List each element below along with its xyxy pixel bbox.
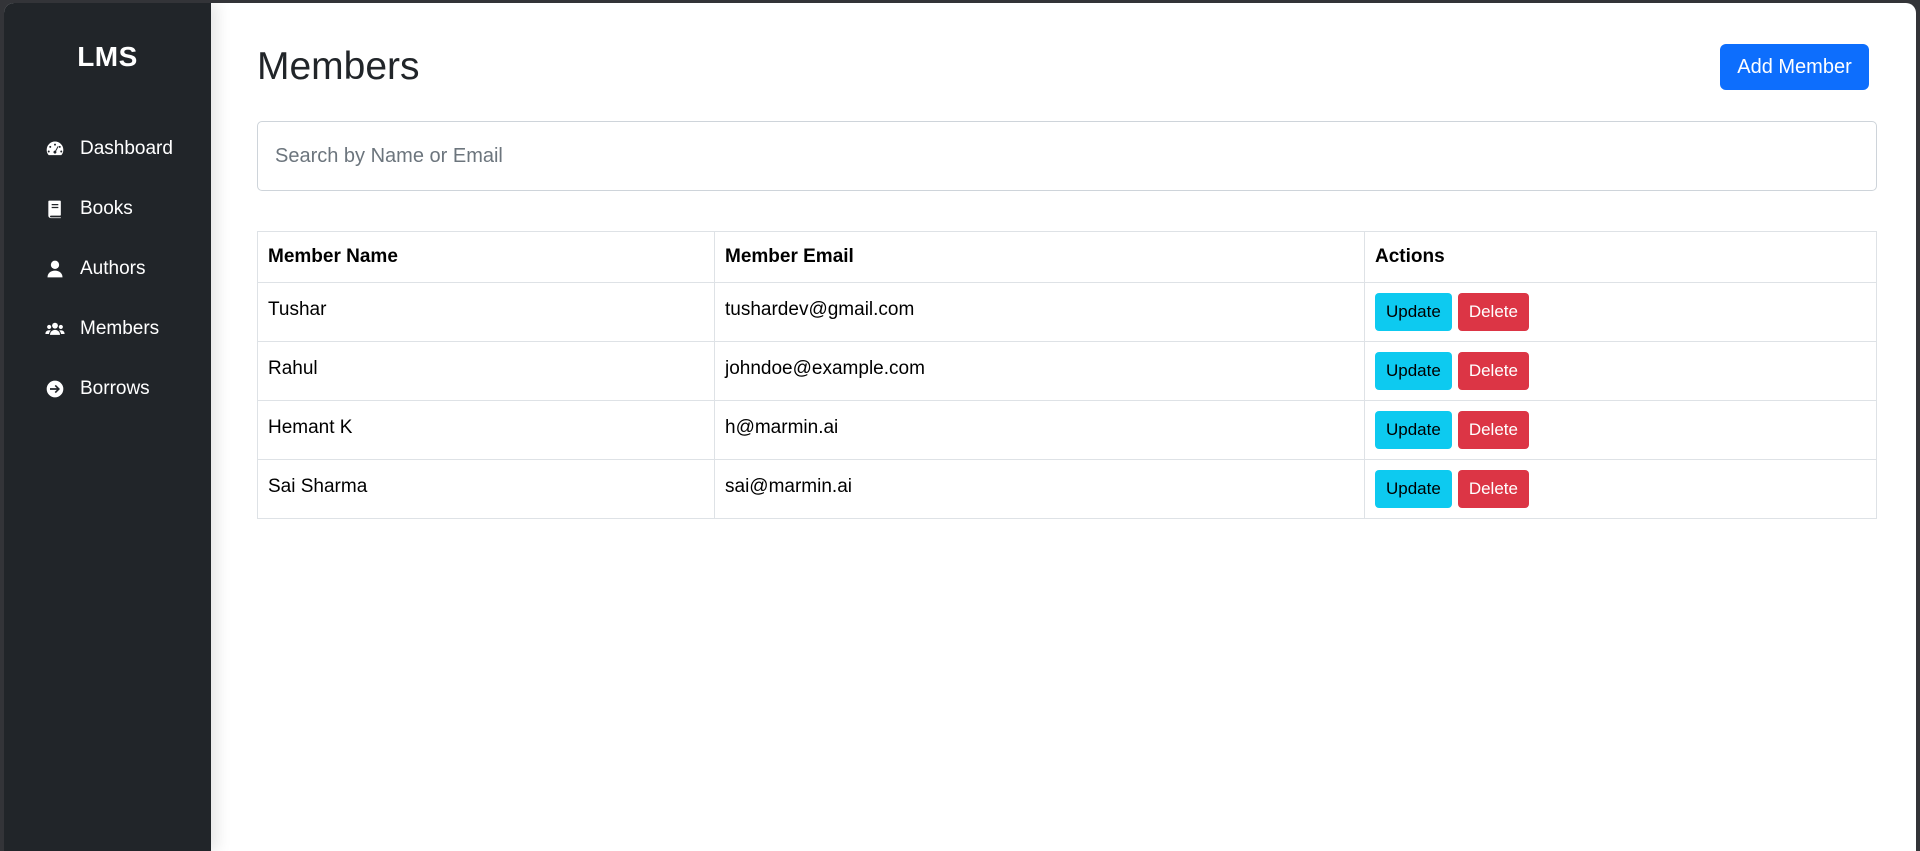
sidebar-item-label: Authors xyxy=(80,258,146,279)
sidebar-item-books[interactable]: Books xyxy=(4,179,211,239)
sidebar-item-label: Borrows xyxy=(80,378,150,399)
sidebar-item-label: Books xyxy=(80,198,133,219)
table-row: Sai Sharma sai@marmin.ai Update Delete xyxy=(257,459,1877,519)
sidebar-nav: Dashboard Books Authors Members Borrows xyxy=(4,119,211,419)
update-button[interactable]: Update xyxy=(1375,470,1452,508)
member-email: tushardev@gmail.com xyxy=(714,282,1365,342)
update-button[interactable]: Update xyxy=(1375,352,1452,390)
sidebar: LMS Dashboard Books Authors Members Borr… xyxy=(4,3,211,851)
delete-button[interactable]: Delete xyxy=(1457,293,1529,331)
update-button[interactable]: Update xyxy=(1375,293,1452,331)
row-actions: Update Delete xyxy=(1364,459,1877,519)
delete-button[interactable]: Delete xyxy=(1457,470,1529,508)
table-row: Hemant K h@marmin.ai Update Delete xyxy=(257,400,1877,460)
arrow-circle-right-icon xyxy=(44,378,66,400)
delete-button[interactable]: Delete xyxy=(1457,411,1529,449)
members-table: Member Name Member Email Actions Tushar … xyxy=(257,231,1877,519)
sidebar-item-label: Members xyxy=(80,318,160,339)
row-actions: Update Delete xyxy=(1364,341,1877,401)
column-header-actions: Actions xyxy=(1364,231,1877,283)
table-row: Tushar tushardev@gmail.com Update Delete xyxy=(257,282,1877,342)
member-name: Tushar xyxy=(257,282,715,342)
update-button[interactable]: Update xyxy=(1375,411,1452,449)
add-member-button[interactable]: Add Member xyxy=(1720,44,1869,90)
users-icon xyxy=(44,318,66,340)
member-name: Hemant K xyxy=(257,400,715,460)
member-email: johndoe@example.com xyxy=(714,341,1365,401)
main-content: Members Add Member Member Name Member Em… xyxy=(211,3,1916,851)
member-name: Sai Sharma xyxy=(257,459,715,519)
sidebar-item-dashboard[interactable]: Dashboard xyxy=(4,119,211,179)
member-email: h@marmin.ai xyxy=(714,400,1365,460)
book-icon xyxy=(44,198,66,220)
page-title: Members xyxy=(257,45,420,88)
row-actions: Update Delete xyxy=(1364,282,1877,342)
sidebar-item-authors[interactable]: Authors xyxy=(4,239,211,299)
app-window: LMS Dashboard Books Authors Members Borr… xyxy=(4,3,1916,851)
sidebar-item-label: Dashboard xyxy=(80,138,173,159)
sidebar-item-members[interactable]: Members xyxy=(4,299,211,359)
dashboard-icon xyxy=(44,138,66,160)
brand-logo: LMS xyxy=(77,41,138,72)
table-row: Rahul johndoe@example.com Update Delete xyxy=(257,341,1877,401)
column-header-name: Member Name xyxy=(257,231,715,283)
sidebar-item-borrows[interactable]: Borrows xyxy=(4,359,211,419)
member-name: Rahul xyxy=(257,341,715,401)
search-input[interactable] xyxy=(257,121,1877,191)
delete-button[interactable]: Delete xyxy=(1457,352,1529,390)
row-actions: Update Delete xyxy=(1364,400,1877,460)
table-header-row: Member Name Member Email Actions xyxy=(257,231,1877,283)
column-header-email: Member Email xyxy=(714,231,1365,283)
user-icon xyxy=(44,258,66,280)
member-email: sai@marmin.ai xyxy=(714,459,1365,519)
